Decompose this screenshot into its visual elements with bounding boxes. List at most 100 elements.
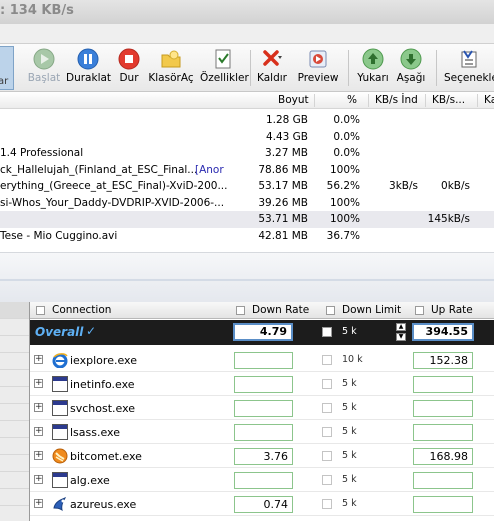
task-row[interactable]: 1.4 Professional 3.27 MB 0.0% <box>0 145 494 162</box>
window-icon <box>52 472 68 488</box>
process-name: svchost.exe <box>70 402 136 415</box>
task-size: 53.71 MB <box>258 213 308 225</box>
splitter-line <box>0 279 494 281</box>
spin-up-icon[interactable]: ▲ <box>396 323 406 331</box>
remove-button[interactable]: Kaldır <box>254 48 290 90</box>
preview-button[interactable]: Preview <box>296 48 340 90</box>
task-name: 1.4 Professional <box>0 147 84 159</box>
col-connection[interactable]: Connection <box>52 304 111 316</box>
expand-icon[interactable]: + <box>34 499 43 508</box>
down-rate-field[interactable]: 0.74 <box>234 496 293 513</box>
limit-spinner[interactable]: ▲ ▼ <box>396 323 406 342</box>
panel-splitter[interactable] <box>0 252 494 302</box>
task-tag: [Anor <box>195 163 224 176</box>
header-checkbox[interactable] <box>36 306 45 315</box>
down-rate-field[interactable] <box>234 400 293 417</box>
properties-button[interactable]: Özellikler <box>200 48 249 90</box>
up-rate-field[interactable] <box>413 424 473 441</box>
title-bar: : 134 KB/s <box>0 0 494 24</box>
expand-icon[interactable]: + <box>34 475 43 484</box>
options-icon <box>461 50 477 68</box>
up-rate-field[interactable] <box>413 472 473 489</box>
connection-row[interactable]: + svchost.exe 5 k <box>30 396 494 420</box>
overall-down-rate[interactable]: 4.79 <box>233 323 293 341</box>
limit-checkbox[interactable] <box>322 499 332 509</box>
toolbar-separator <box>250 50 251 86</box>
connection-row[interactable]: + inetinfo.exe 5 k <box>30 372 494 396</box>
down-rate-field[interactable]: 3.76 <box>234 448 293 465</box>
limit-checkbox[interactable] <box>322 475 332 485</box>
task-row[interactable]: erything_(Greece_at_ESC_Final)-XviD-200.… <box>0 178 494 195</box>
down-rate-field[interactable] <box>234 472 293 489</box>
col-divider <box>368 94 369 107</box>
col-size[interactable]: Boyut <box>278 94 309 106</box>
move-up-button[interactable]: Yukarı <box>356 48 390 90</box>
col-up-speed[interactable]: KB/s... <box>432 94 465 106</box>
task-row[interactable]: 4.43 GB 0.0% <box>0 129 494 146</box>
task-size: 4.43 GB <box>265 130 308 143</box>
connection-row[interactable]: + alg.exe 5 k <box>30 468 494 492</box>
stop-button[interactable]: Dur <box>114 48 144 90</box>
limit-checkbox[interactable] <box>322 427 332 437</box>
col-down-speed[interactable]: KB/s İnd <box>375 94 418 106</box>
up-rate-field[interactable] <box>413 400 473 417</box>
task-row[interactable]: 1.28 GB 0.0% <box>0 112 494 129</box>
expand-icon[interactable]: + <box>34 427 43 436</box>
task-size: 53.17 MB <box>258 180 308 192</box>
up-rate-field[interactable] <box>413 376 473 393</box>
header-checkbox[interactable] <box>326 306 335 315</box>
limit-checkbox[interactable] <box>322 403 332 413</box>
connection-row[interactable]: + azureus.exe 0.74 5 k <box>30 492 494 516</box>
overall-up-rate[interactable]: 394.55 <box>412 323 474 341</box>
start-label: Başlat <box>27 72 61 84</box>
up-rate-field[interactable]: 152.38 <box>413 352 473 369</box>
col-down-limit[interactable]: Down Limit <box>342 304 401 316</box>
up-rate-field[interactable] <box>413 496 473 513</box>
col-extra[interactable]: Ka <box>484 94 494 106</box>
col-percent[interactable]: % <box>347 94 357 106</box>
expand-icon[interactable]: + <box>34 451 43 460</box>
connection-row[interactable]: + bitcomet.exe 3.76 5 k 168.98 <box>30 444 494 468</box>
overall-limit-checkbox[interactable] <box>322 327 332 337</box>
stop-icon <box>118 48 140 70</box>
pause-label: Duraklat <box>66 72 112 84</box>
task-row[interactable]: Tese - Mio Cuggino.avi 42.81 MB 36.7% <box>0 228 494 245</box>
limit-checkbox[interactable] <box>322 451 332 461</box>
down-rate-field[interactable] <box>234 424 293 441</box>
task-row[interactable]: ck_Hallelujah_(Finland_at_ESC_Final... [… <box>0 162 494 179</box>
overall-row[interactable]: Overall ✓ 4.79 5 k ▲ ▼ 394.55 <box>30 320 494 345</box>
expand-icon[interactable]: + <box>34 403 43 412</box>
expand-icon[interactable]: + <box>34 379 43 388</box>
down-rate-field[interactable] <box>234 376 293 393</box>
limit-checkbox[interactable] <box>322 355 332 365</box>
options-button[interactable]: Seçenekle <box>442 48 494 90</box>
expand-icon[interactable]: + <box>34 355 43 364</box>
header-checkbox[interactable] <box>415 306 424 315</box>
limit-value: 10 k <box>342 354 363 365</box>
col-divider <box>477 94 478 107</box>
open-folder-button[interactable]: KlasörAç <box>148 48 194 90</box>
connection-row[interactable]: + lsass.exe 5 k <box>30 420 494 444</box>
col-down-rate[interactable]: Down Rate <box>252 304 309 316</box>
pause-button[interactable]: Duraklat <box>66 48 112 90</box>
folder-icon <box>161 50 181 68</box>
task-row[interactable]: si-Whos_Your_Daddy-DVDRIP-XVID-2006-... … <box>0 195 494 212</box>
toolbar-separator <box>436 50 437 86</box>
task-up-speed: 0kB/s <box>441 180 470 192</box>
task-percent: 56.2% <box>326 180 360 192</box>
down-rate-field[interactable] <box>234 352 293 369</box>
start-button[interactable]: Başlat <box>26 48 62 90</box>
down-arrow-icon <box>400 48 422 70</box>
task-row-selected[interactable]: 53.71 MB 100% 145kB/s <box>0 211 494 228</box>
col-up-rate[interactable]: Up Rate <box>431 304 473 316</box>
move-down-button[interactable]: Aşağı <box>394 48 428 90</box>
toolbar-partial-button[interactable]: ar <box>0 46 14 90</box>
spin-down-icon[interactable]: ▼ <box>396 333 406 341</box>
task-percent: 100% <box>329 213 360 225</box>
azureus-icon <box>53 497 67 512</box>
task-list-header: Boyut % KB/s İnd KB/s... Ka <box>0 92 494 109</box>
header-checkbox[interactable] <box>236 306 245 315</box>
up-rate-field[interactable]: 168.98 <box>413 448 473 465</box>
limit-checkbox[interactable] <box>322 379 332 389</box>
connection-row[interactable]: + iexplore.exe 10 k 152.38 <box>30 348 494 372</box>
